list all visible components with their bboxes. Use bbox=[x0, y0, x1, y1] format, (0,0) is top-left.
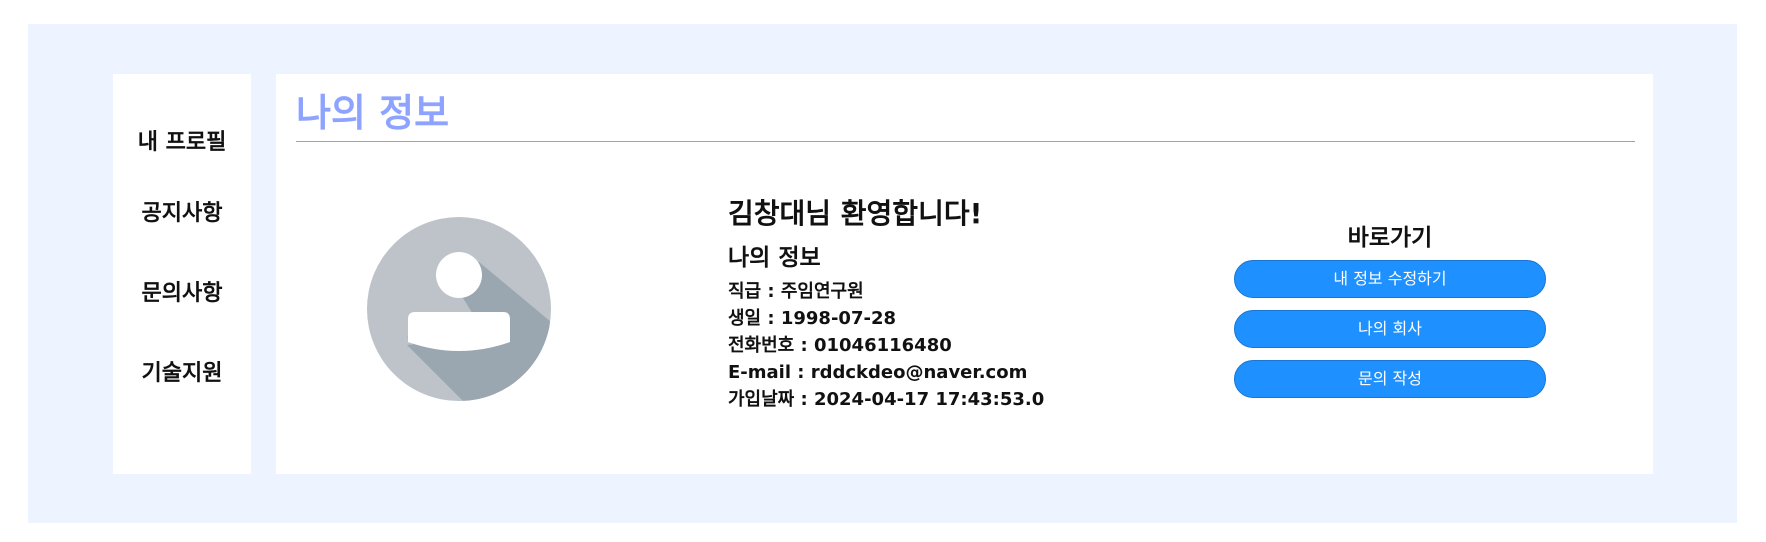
info-birthday: 생일 : 1998-07-28 bbox=[728, 308, 896, 329]
info-email: E-mail : rddckdeo@naver.com bbox=[728, 362, 1028, 383]
info-phone: 전화번호 : 01046116480 bbox=[728, 335, 952, 356]
title-divider bbox=[296, 141, 1635, 142]
sidebar: 내 프로필 공지사항 문의사항 기술지원 bbox=[113, 74, 251, 474]
info-position: 직급 : 주임연구원 bbox=[728, 281, 864, 302]
write-inquiry-button[interactable]: 문의 작성 bbox=[1234, 360, 1546, 398]
page-title: 나의 정보 bbox=[296, 91, 450, 135]
edit-my-info-button[interactable]: 내 정보 수정하기 bbox=[1234, 260, 1546, 298]
default-user-avatar-icon bbox=[367, 217, 551, 401]
sidebar-item-inquiries[interactable]: 문의사항 bbox=[113, 275, 251, 307]
my-company-button[interactable]: 나의 회사 bbox=[1234, 310, 1546, 348]
shortcuts-title: 바로가기 bbox=[1347, 225, 1433, 251]
sidebar-item-my-profile[interactable]: 내 프로필 bbox=[113, 124, 251, 156]
welcome-message: 김창대님 환영합니다! bbox=[728, 197, 983, 230]
main-content: 나의 정보 김창대님 환영합니다! 나의 정보 직급 : 주임연구원 생일 : … bbox=[276, 74, 1653, 474]
sidebar-item-tech-support[interactable]: 기술지원 bbox=[113, 355, 251, 387]
shortcuts-panel: 바로가기 내 정보 수정하기 나의 회사 문의 작성 bbox=[1234, 224, 1546, 410]
user-info-panel: 김창대님 환영합니다! 나의 정보 직급 : 주임연구원 생일 : 1998-0… bbox=[728, 198, 1148, 413]
sidebar-item-notices[interactable]: 공지사항 bbox=[113, 195, 251, 227]
info-join-date: 가입날짜 : 2024-04-17 17:43:53.0 bbox=[728, 389, 1045, 410]
info-heading: 나의 정보 bbox=[728, 245, 821, 271]
